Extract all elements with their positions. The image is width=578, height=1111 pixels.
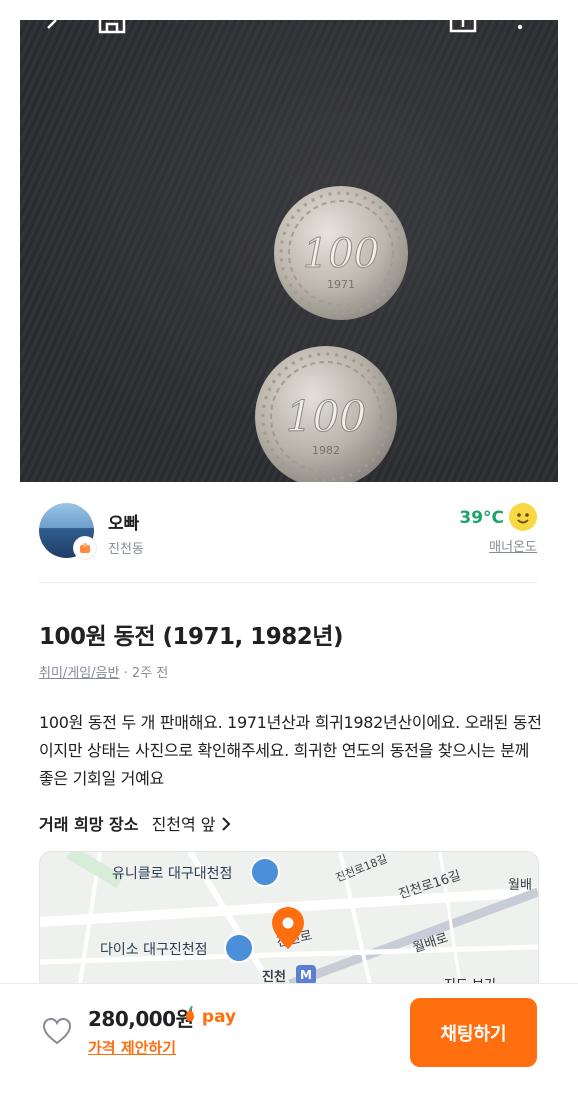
badge-icon (73, 536, 97, 560)
shopping-bag-icon (250, 857, 280, 887)
manner-temperature: 39°C (459, 508, 504, 528)
share-icon[interactable] (449, 20, 477, 34)
coin-1971-value: 100 (303, 231, 379, 277)
manner-temperature-label[interactable]: 매너온도 (489, 536, 537, 555)
coin-1971: 100 1971 (273, 185, 409, 321)
chevron-right-icon (221, 817, 231, 831)
pay-label: pay (201, 1007, 237, 1027)
trade-place-label: 거래 희망 장소 (39, 815, 139, 834)
item-description: 100원 동전 두 개 판매해요. 1971년산과 희귀1982년산이에요. 오… (39, 713, 542, 788)
map-station-jincheon: 진천 (262, 970, 286, 984)
heart-icon[interactable] (41, 1016, 73, 1050)
item-title: 100원 동전 (1971, 1982년) (39, 624, 343, 650)
seller-location: 진천동 (108, 542, 144, 557)
trade-place-value: 진천역 앞 (151, 815, 216, 834)
carrot-pay-icon (186, 1005, 194, 1022)
item-time: · 2주 전 (123, 666, 169, 681)
chat-button[interactable]: 채팅하기 (410, 998, 537, 1067)
price-offer-link[interactable]: 가격 제안하기 (88, 1037, 176, 1058)
more-icon[interactable] (516, 20, 524, 34)
trade-place[interactable]: 거래 희망 장소 진천역 앞 (39, 811, 231, 835)
divider (39, 582, 537, 583)
map-area-wolbae: 월배 (508, 878, 532, 893)
bottom-bar: 280,000원 pay 가격 제안하기 채팅하기 (0, 983, 578, 1111)
item-category[interactable]: 취미/게임/음반 (39, 666, 120, 681)
map-place-daiso: 다이소 대구진천점 (100, 942, 208, 958)
pay-badge: pay (184, 1005, 237, 1027)
product-photo[interactable]: 100 1971 100 1982 (20, 20, 558, 482)
coin-1971-year: 1971 (327, 278, 355, 291)
map-preview[interactable]: 유니클로 대구대천점 다이소 대구진천점 진천로18길 진천로16길 월배로 월… (39, 851, 539, 984)
home-icon[interactable] (98, 20, 128, 34)
coin-1982: 100 1982 (254, 345, 398, 482)
coin-1982-value: 100 (286, 392, 366, 441)
seller-name: 오빠 (108, 514, 140, 534)
back-icon[interactable] (42, 20, 64, 34)
subway-icon: M (296, 965, 316, 984)
smile-face-icon (509, 503, 537, 531)
item-meta: 취미/게임/음반 · 2주 전 (39, 662, 168, 681)
map-place-uniqlo: 유니클로 대구대천점 (112, 866, 233, 882)
location-pin-icon (272, 907, 304, 953)
item-price: 280,000원 (88, 1007, 194, 1031)
seller-profile[interactable]: 오빠 진천동 39°C 매너온도 (39, 503, 537, 560)
coin-1982-year: 1982 (312, 444, 340, 457)
shopping-bag-icon (224, 933, 254, 963)
